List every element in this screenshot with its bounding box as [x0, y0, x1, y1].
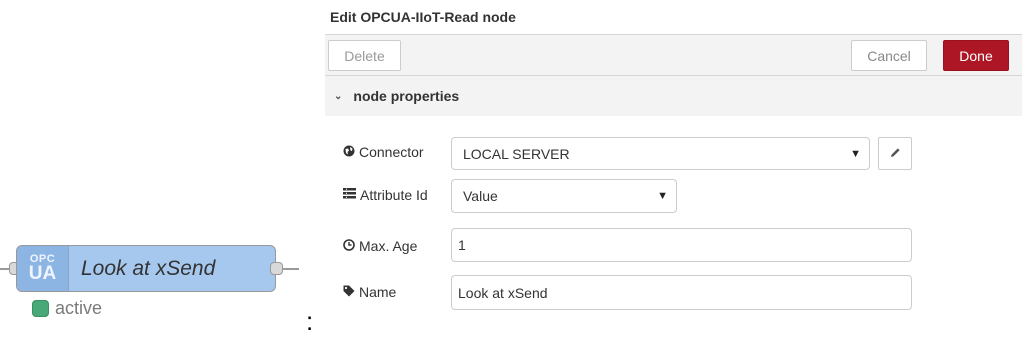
tray-title: Edit OPCUA-IIoT-Read node [325, 0, 1022, 34]
list-icon [343, 188, 356, 202]
max-age-label: Max. Age [343, 238, 417, 254]
status-text: active [55, 298, 103, 318]
status-dot-icon [32, 300, 49, 317]
max-age-input[interactable]: 1 [451, 228, 912, 262]
tag-icon [343, 285, 355, 300]
flow-node-label: Look at xSend [81, 256, 216, 280]
connector-select[interactable]: LOCAL SERVER ▼ [451, 137, 870, 170]
opcua-icon-line2: UA [28, 262, 57, 284]
connector-label: Connector [343, 144, 424, 160]
stage: OPC UA Look at xSend active : Edit OPCUA… [0, 0, 1022, 340]
opcua-read-flow-node[interactable]: OPC UA Look at xSend [16, 245, 276, 292]
attribute-id-label: Attribute Id [343, 187, 428, 203]
separator-colon: : [306, 306, 314, 336]
attribute-id-select-value: Value [463, 188, 498, 204]
tray-toolbar: Delete Cancel Done [325, 34, 1022, 76]
attribute-id-select[interactable]: Value ▼ [451, 179, 677, 213]
done-button[interactable]: Done [943, 40, 1009, 71]
name-input[interactable]: Look at xSend [451, 275, 912, 310]
name-label-text: Name [359, 284, 397, 300]
attribute-id-label-text: Attribute Id [360, 187, 428, 203]
node-status: active [32, 298, 102, 319]
delete-button[interactable]: Delete [328, 40, 401, 71]
caret-down-icon: ▼ [850, 147, 861, 160]
connector-label-text: Connector [359, 144, 424, 160]
edit-tray: Edit OPCUA-IIoT-Read node Delete Cancel … [325, 0, 1022, 340]
name-label: Name [343, 284, 396, 300]
pencil-icon [890, 145, 901, 163]
connector-select-value: LOCAL SERVER [463, 145, 570, 162]
clock-icon [343, 238, 355, 254]
node-properties-section-header[interactable]: ⌄ node properties [325, 76, 1022, 116]
cancel-button[interactable]: Cancel [851, 40, 927, 71]
chevron-down-icon: ⌄ [334, 90, 343, 102]
output-wire [282, 268, 299, 270]
globe-icon [343, 145, 355, 160]
caret-down-icon: ▼ [657, 190, 668, 202]
properties-form: Connector LOCAL SERVER ▼ Attribute Id Va… [325, 116, 1022, 338]
section-label: node properties [353, 88, 460, 104]
max-age-label-text: Max. Age [359, 238, 418, 254]
edit-connector-button[interactable] [878, 137, 912, 170]
opcua-icon: OPC UA [17, 246, 69, 291]
